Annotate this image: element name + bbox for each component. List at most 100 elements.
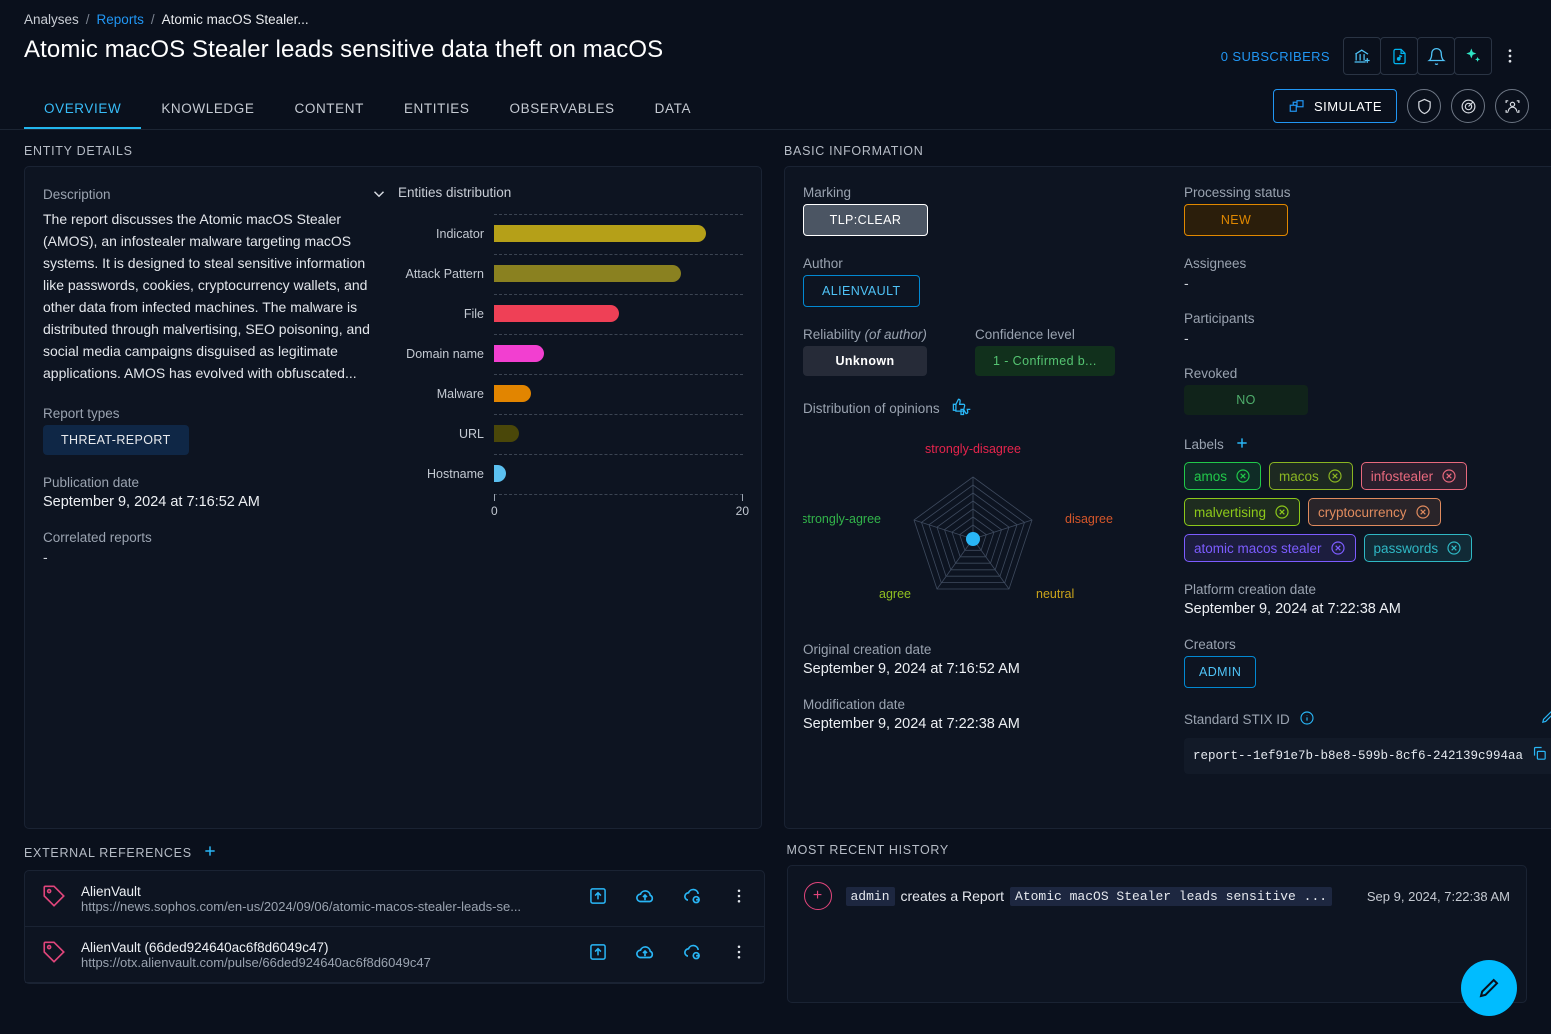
history-avatar: +: [804, 882, 832, 910]
subscribers-count[interactable]: 0 SUBSCRIBERS: [1221, 49, 1330, 64]
sparkles-icon[interactable]: [1454, 37, 1492, 75]
shield-icon[interactable]: [1407, 89, 1441, 123]
cloud-upload-icon[interactable]: [634, 885, 656, 912]
label-chip[interactable]: cryptocurrency: [1308, 498, 1441, 526]
history-target[interactable]: Atomic macOS Stealer leads sensitive ...: [1010, 887, 1332, 906]
add-label-icon[interactable]: [1234, 435, 1250, 454]
bank-add-icon[interactable]: [1343, 37, 1381, 75]
marking-chip[interactable]: TLP:CLEAR: [803, 204, 928, 236]
bar-category-label: Malware: [398, 387, 494, 401]
info-icon[interactable]: [1299, 710, 1315, 729]
bar-rows: IndicatorAttack PatternFileDomain nameMa…: [398, 214, 743, 494]
tab-data[interactable]: DATA: [635, 93, 711, 129]
reliability-chip[interactable]: Unknown: [803, 346, 927, 376]
entity-details-panel: Description The report discusses the Ato…: [24, 166, 762, 829]
external-references-panel: AlienVaulthttps://news.sophos.com/en-us/…: [24, 870, 765, 984]
processing-status-chip[interactable]: NEW: [1184, 204, 1288, 236]
creator-chip[interactable]: ADMIN: [1184, 656, 1256, 688]
external-reference-row[interactable]: AlienVaulthttps://news.sophos.com/en-us/…: [25, 871, 764, 927]
reliability-confidence-row: Reliability (of author) Unknown Confiden…: [803, 327, 1164, 376]
more-vert-icon[interactable]: [1491, 37, 1529, 75]
person-target-icon[interactable]: [1495, 89, 1529, 123]
entity-details-label: ENTITY DETAILS: [24, 144, 762, 158]
label-text: atomic macos stealer: [1194, 541, 1322, 556]
external-reference-title: AlienVault (66ded924640ac6f8d6049c47): [81, 940, 574, 955]
copy-icon[interactable]: [1531, 745, 1548, 767]
remove-label-icon[interactable]: [1446, 540, 1462, 556]
labels-header: Labels: [1184, 435, 1551, 454]
bar-category-label: URL: [398, 427, 494, 441]
external-reference-url: https://news.sophos.com/en-us/2024/09/06…: [81, 899, 574, 914]
label-chip[interactable]: atomic macos stealer: [1184, 534, 1356, 562]
remove-label-icon[interactable]: [1274, 504, 1290, 520]
bar[interactable]: [494, 225, 706, 242]
cloud-upload-icon[interactable]: [634, 941, 656, 968]
label-chip[interactable]: amos: [1184, 462, 1261, 490]
cloud-refresh-icon[interactable]: [682, 885, 704, 912]
gridline: [494, 414, 743, 415]
more-vert-icon[interactable]: [730, 943, 748, 966]
external-reference-title: AlienVault: [81, 884, 574, 899]
breadcrumb-reports[interactable]: Reports: [97, 12, 144, 27]
assignees-block: Assignees -: [1184, 256, 1551, 291]
bell-icon[interactable]: [1417, 37, 1455, 75]
edit-pencil-icon[interactable]: [1540, 708, 1551, 730]
tab-observables[interactable]: OBSERVABLES: [490, 93, 635, 129]
add-external-reference-icon[interactable]: [202, 843, 218, 862]
bar-track: [494, 214, 743, 254]
remove-label-icon[interactable]: [1415, 504, 1431, 520]
bar[interactable]: [494, 425, 519, 442]
basic-information-panel: Marking TLP:CLEAR Author ALIENVAULT Reli…: [784, 166, 1551, 829]
remove-label-icon[interactable]: [1327, 468, 1343, 484]
tab-content[interactable]: CONTENT: [275, 93, 384, 129]
remove-label-icon[interactable]: [1441, 468, 1457, 484]
external-reference-actions: [588, 941, 748, 968]
publication-date-block: Publication date September 9, 2024 at 7:…: [43, 475, 388, 510]
target-icon[interactable]: [1451, 89, 1485, 123]
bar[interactable]: [494, 305, 619, 322]
remove-label-icon[interactable]: [1330, 540, 1346, 556]
author-chip[interactable]: ALIENVAULT: [803, 275, 920, 307]
tab-entities[interactable]: ENTITIES: [384, 93, 490, 129]
bar[interactable]: [494, 465, 506, 482]
breadcrumb-analyses[interactable]: Analyses: [24, 12, 79, 27]
original-creation-value: September 9, 2024 at 7:16:52 AM: [803, 661, 1164, 677]
tab-overview[interactable]: OVERVIEW: [24, 93, 141, 129]
stix-id-value: report--1ef91e7b-b8e8-599b-8cf6-242139c9…: [1193, 749, 1523, 763]
report-type-chip[interactable]: THREAT-REPORT: [43, 425, 189, 455]
labels-block: Labels amos macos infostealer malvertising c…: [1184, 435, 1551, 562]
simulate-button[interactable]: SIMULATE: [1273, 89, 1397, 123]
radar-axis-agree: agree: [879, 587, 911, 601]
bar[interactable]: [494, 265, 681, 282]
more-vert-icon[interactable]: [730, 887, 748, 910]
open-external-icon[interactable]: [588, 886, 608, 911]
file-export-icon[interactable]: [1380, 37, 1418, 75]
tab-knowledge[interactable]: KNOWLEDGE: [141, 93, 274, 129]
label-chip[interactable]: macos: [1269, 462, 1353, 490]
tag-icon: [41, 939, 67, 970]
label-chip[interactable]: malvertising: [1184, 498, 1300, 526]
marking-label: Marking: [803, 185, 1164, 200]
label-text: malvertising: [1194, 505, 1266, 520]
edit-fab-button[interactable]: [1461, 960, 1517, 1016]
chevron-down-icon[interactable]: [370, 185, 388, 208]
opinions-label: Distribution of opinions: [803, 401, 940, 416]
label-chip[interactable]: infostealer: [1361, 462, 1467, 490]
entities-distribution-title: Entities distribution: [398, 185, 743, 200]
participants-value: -: [1184, 330, 1551, 346]
bar-track: [494, 414, 743, 454]
thumbs-icon[interactable]: [950, 396, 972, 421]
external-reference-row[interactable]: AlienVault (66ded924640ac6f8d6049c47)htt…: [25, 927, 764, 983]
label-chip[interactable]: passwords: [1364, 534, 1473, 562]
label-text: amos: [1194, 469, 1227, 484]
bar[interactable]: [494, 345, 544, 362]
history-message: admincreates a ReportAtomic macOS Steale…: [846, 887, 1353, 906]
confidence-chip[interactable]: 1 - Confirmed b...: [975, 346, 1115, 376]
remove-label-icon[interactable]: [1235, 468, 1251, 484]
bar[interactable]: [494, 385, 531, 402]
creators-block: Creators ADMIN: [1184, 637, 1551, 688]
open-external-icon[interactable]: [588, 942, 608, 967]
gridline: [494, 214, 743, 215]
entities-distribution-block: Entities distribution IndicatorAttack Pa…: [398, 185, 743, 810]
cloud-refresh-icon[interactable]: [682, 941, 704, 968]
